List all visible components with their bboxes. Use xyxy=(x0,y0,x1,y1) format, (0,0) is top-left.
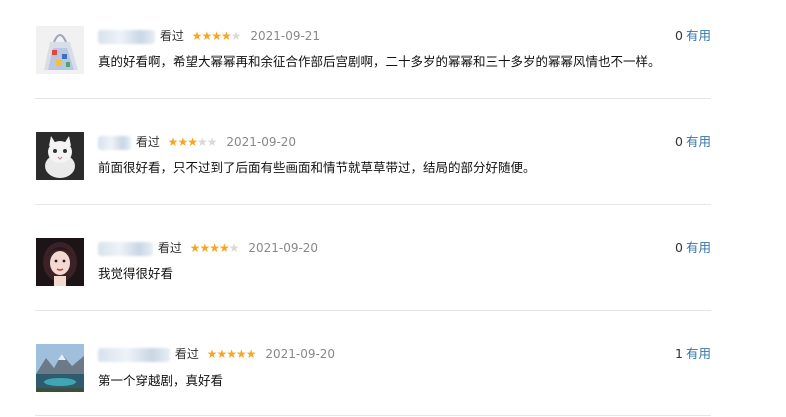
star-icon: ★ xyxy=(245,347,257,361)
star-icon: ★ xyxy=(177,135,188,149)
star-icon: ★ xyxy=(187,135,198,149)
review-date: 2021-09-20 xyxy=(265,347,336,361)
star-icon: ★ xyxy=(230,29,242,43)
username-blurred[interactable] xyxy=(98,241,153,256)
useful-vote: 0 有用 xyxy=(675,27,711,45)
star-icon: ★ xyxy=(201,29,212,43)
review-text: 前面很好看，只不过到了后面有些画面和情节就草草带过，结局的部分好随便。 xyxy=(98,160,536,175)
star-icon: ★ xyxy=(191,29,203,43)
watched-label: 看过 xyxy=(174,347,199,361)
star-icon: ★ xyxy=(206,347,218,361)
review-item: 看过 ★★★★★ 2021-09-20 0 有用 前面很好看，只不过到了后面有些画… xyxy=(35,132,711,205)
star-icon: ★ xyxy=(220,29,232,43)
review-text: 第一个穿越剧，真好看 xyxy=(98,373,224,388)
avatar[interactable] xyxy=(36,344,84,392)
watched-label: 看过 xyxy=(159,29,184,43)
review-meta: 看过 ★★★★★ 2021-09-20 xyxy=(98,345,335,363)
useful-count: 0 xyxy=(675,134,683,149)
useful-count: 1 xyxy=(675,346,683,361)
divider xyxy=(35,310,711,311)
watched-label: 看过 xyxy=(157,241,182,255)
star-icon: ★ xyxy=(209,241,220,255)
star-icon: ★ xyxy=(189,241,201,255)
star-icon: ★ xyxy=(199,241,210,255)
review-item: 看过 ★★★★★ 2021-09-20 0 有用 我觉得很好看 xyxy=(35,238,711,311)
rating-stars: ★★★★★ xyxy=(189,239,240,257)
useful-count: 0 xyxy=(675,28,683,43)
star-icon: ★ xyxy=(218,241,230,255)
divider xyxy=(35,415,711,416)
star-icon: ★ xyxy=(206,135,218,149)
review-date: 2021-09-20 xyxy=(248,241,319,255)
review-text: 真的好看啊，希望大幂幂再和余征合作部后宫剧啊，二十多岁的幂幂和三十多岁的幂幂风情… xyxy=(98,54,661,69)
star-icon: ★ xyxy=(216,347,227,361)
username-blurred[interactable] xyxy=(98,29,155,44)
avatar[interactable] xyxy=(36,132,84,180)
useful-count: 0 xyxy=(675,240,683,255)
star-icon: ★ xyxy=(235,347,247,361)
avatar[interactable] xyxy=(36,238,84,286)
username-blurred[interactable] xyxy=(98,135,131,150)
review-item: 看过 ★★★★★ 2021-09-21 0 有用 真的好看啊，希望大幂幂再和余征合… xyxy=(35,26,711,99)
star-icon: ★ xyxy=(228,241,240,255)
review-date: 2021-09-21 xyxy=(250,29,321,43)
review-meta: 看过 ★★★★★ 2021-09-21 xyxy=(98,27,320,45)
divider xyxy=(35,98,711,99)
avatar-image xyxy=(36,26,84,74)
rating-stars: ★★★★★ xyxy=(167,133,218,151)
watched-label: 看过 xyxy=(135,135,160,149)
useful-button[interactable]: 有用 xyxy=(686,240,711,255)
review-item: 看过 ★★★★★ 2021-09-20 1 有用 第一个穿越剧，真好看 xyxy=(35,344,711,417)
avatar-image xyxy=(36,238,84,286)
avatar-image xyxy=(36,132,84,180)
avatar[interactable] xyxy=(36,26,84,74)
useful-vote: 1 有用 xyxy=(675,345,711,363)
rating-stars: ★★★★★ xyxy=(206,345,257,363)
review-meta: 看过 ★★★★★ 2021-09-20 xyxy=(98,133,296,151)
review-meta: 看过 ★★★★★ 2021-09-20 xyxy=(98,239,318,257)
useful-button[interactable]: 有用 xyxy=(686,28,711,43)
username-blurred[interactable] xyxy=(98,347,170,362)
avatar-image xyxy=(36,344,84,392)
review-text: 我觉得很好看 xyxy=(98,266,174,281)
review-list: 看过 ★★★★★ 2021-09-21 0 有用 真的好看啊，希望大幂幂再和余征合… xyxy=(0,0,786,417)
star-icon: ★ xyxy=(211,29,222,43)
star-icon: ★ xyxy=(196,135,208,149)
useful-button[interactable]: 有用 xyxy=(686,134,711,149)
star-icon: ★ xyxy=(167,135,179,149)
useful-vote: 0 有用 xyxy=(675,239,711,257)
useful-button[interactable]: 有用 xyxy=(686,346,711,361)
review-date: 2021-09-20 xyxy=(226,135,297,149)
star-icon: ★ xyxy=(226,347,237,361)
divider xyxy=(35,204,711,205)
useful-vote: 0 有用 xyxy=(675,133,711,151)
rating-stars: ★★★★★ xyxy=(191,27,242,45)
